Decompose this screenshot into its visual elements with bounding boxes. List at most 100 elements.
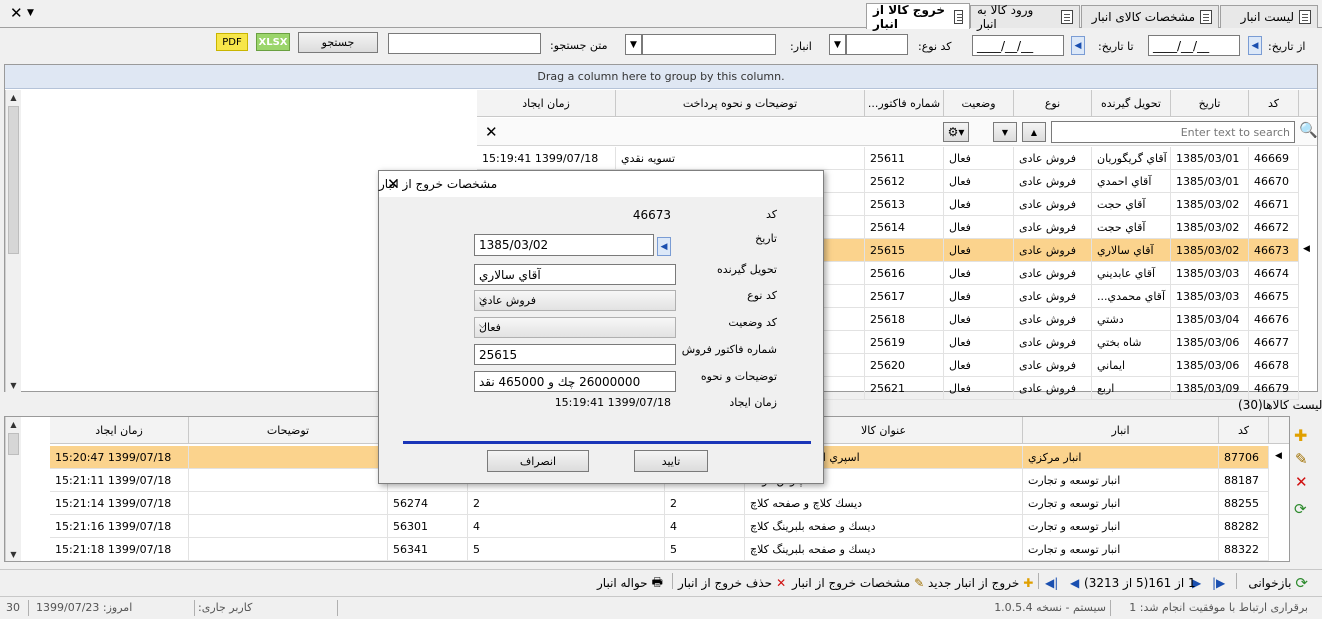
cell-code[interactable]: 46671 [1249, 193, 1299, 216]
clear-search-icon[interactable]: ✕ [485, 123, 498, 141]
cell-status[interactable]: فعال [944, 262, 1014, 285]
export-pdf-button[interactable]: PDF [216, 33, 248, 51]
cell-date[interactable]: 1385/03/01 [1171, 147, 1249, 170]
cell-created[interactable]: 1399/07/18 15:21:14 [50, 492, 189, 515]
cell-warehouse[interactable]: انبار توسعه و تجارت [1023, 469, 1219, 492]
cell-code[interactable]: 46679 [1249, 377, 1299, 400]
delete-exit-button[interactable]: ✕ حذف خروج از انبار [678, 574, 786, 592]
cell-title[interactable]: ديسك كلاچ و صفحه كلاچ [745, 492, 1023, 515]
col-header-description[interactable]: توضیحات و نحوه پرداخت [616, 90, 865, 117]
exit-details-button[interactable]: ✎ مشخصات خروج از انبار [792, 574, 924, 592]
new-exit-button[interactable]: ✚ خروج از انبار جديد [928, 574, 1033, 592]
cell-created[interactable]: 1399/07/18 15:21:16 [50, 515, 189, 538]
tab-warehouse-exit[interactable]: خروج کالا از انبار [866, 3, 970, 31]
cell-desc[interactable] [189, 446, 388, 469]
col-header-date[interactable]: تاریخ [1171, 90, 1249, 117]
cell-invoice[interactable]: 25621 [865, 377, 944, 400]
cell-invoice[interactable]: 25611 [865, 147, 944, 170]
cell-code[interactable]: 46677 [1249, 331, 1299, 354]
scroll-up-icon[interactable]: ▲ [6, 417, 21, 431]
add-icon[interactable]: ✚ [1294, 426, 1307, 445]
grid-search-input[interactable]: Enter text to search [1051, 121, 1295, 143]
cell-code[interactable]: 46672 [1249, 216, 1299, 239]
cell-warehouse[interactable]: انبار مركزي [1023, 446, 1219, 469]
warehouse-dropdown[interactable]: ▼ [625, 34, 642, 55]
cell-invoice[interactable]: 25613 [865, 193, 944, 216]
cell-desc[interactable] [189, 469, 388, 492]
type-code-select[interactable]: فروش عادي ⌵ [474, 290, 676, 311]
cell-type[interactable]: فروش عادی [1014, 147, 1092, 170]
to-date-input[interactable]: ____/__/__ [972, 35, 1064, 56]
cell-type[interactable]: فروش عادی [1014, 239, 1092, 262]
cell-status[interactable]: فعال [944, 170, 1014, 193]
cell-code[interactable]: 88322 [1219, 538, 1269, 561]
cell-q1[interactable]: 4 [665, 515, 745, 538]
find-next-button[interactable]: ▼ [993, 122, 1017, 142]
cell-created[interactable]: 1399/07/18 15:21:11 [50, 469, 189, 492]
col-header-type[interactable]: نوع [1014, 90, 1092, 117]
description-input[interactable]: 26000000 چك و 465000 نقد [474, 371, 676, 392]
cell-created[interactable]: 1399/07/18 15:20:47 [50, 446, 189, 469]
table-row[interactable]: 46669 1385/03/01 آقاي گريگوريان فروش عادی فع… [5, 147, 1317, 170]
col-header-invoice[interactable]: شماره فاکتور... [865, 90, 944, 117]
first-page-icon[interactable]: |◀ [1045, 574, 1058, 592]
cell-ref[interactable]: 56301 [388, 515, 468, 538]
cell-code[interactable]: 46675 [1249, 285, 1299, 308]
reload-button[interactable]: ⟳ بازخوانی [1248, 574, 1308, 592]
from-date-input[interactable]: ____/__/__ [1148, 35, 1240, 56]
col-header-code[interactable]: كد [1219, 417, 1269, 444]
cell-type[interactable]: فروش عادی [1014, 216, 1092, 239]
cell-date[interactable]: 1385/03/02 [1171, 239, 1249, 262]
chevron-down-icon[interactable]: ▼ [27, 8, 34, 18]
cell-date[interactable]: 1385/03/06 [1171, 331, 1249, 354]
date-input[interactable]: 1385/03/02 [474, 234, 654, 256]
cell-type[interactable]: فروش عادی [1014, 331, 1092, 354]
cell-date[interactable]: 1385/03/01 [1171, 170, 1249, 193]
cell-warehouse[interactable]: انبار توسعه و تجارت [1023, 538, 1219, 561]
cell-type[interactable]: فروش عادی [1014, 285, 1092, 308]
cell-date[interactable]: 1385/03/06 [1171, 354, 1249, 377]
cell-code[interactable]: 88255 [1219, 492, 1269, 515]
list-item[interactable]: 88282 انبار توسعه و تجارت ديسك و صفحه بلبر… [5, 515, 1289, 538]
cell-invoice[interactable]: 25616 [865, 262, 944, 285]
cell-desc[interactable] [189, 538, 388, 561]
cell-status[interactable]: فعال [944, 239, 1014, 262]
search-text-input[interactable] [388, 33, 541, 54]
col-header-code[interactable]: کد [1249, 90, 1299, 117]
date-picker-button[interactable]: ◀ [1071, 36, 1085, 55]
cell-code[interactable]: 46669 [1249, 147, 1299, 170]
cell-status[interactable]: فعال [944, 216, 1014, 239]
cell-ref[interactable]: 56341 [388, 538, 468, 561]
col-header-receiver[interactable]: تحویل گیرنده [1092, 90, 1171, 117]
cell-desc[interactable] [189, 515, 388, 538]
cell-code[interactable]: 46670 [1249, 170, 1299, 193]
col-header-created[interactable]: زمان ایجاد [477, 90, 616, 117]
cell-invoice[interactable]: 25614 [865, 216, 944, 239]
cell-code[interactable]: 88187 [1219, 469, 1269, 492]
cell-status[interactable]: فعال [944, 193, 1014, 216]
previous-page-icon[interactable]: ◀ [1070, 574, 1079, 592]
scroll-up-icon[interactable]: ▲ [6, 90, 21, 104]
cell-q2[interactable]: 2 [468, 492, 665, 515]
cell-status[interactable]: فعال [944, 147, 1014, 170]
cell-title[interactable]: ديسك و صفحه بلبرينگ كلاچ [745, 515, 1023, 538]
cell-ref[interactable]: 56274 [388, 492, 468, 515]
cell-invoice[interactable]: 25617 [865, 285, 944, 308]
col-header-created[interactable]: زمان ايجاد [50, 417, 189, 444]
col-header-description[interactable]: توضيحات [189, 417, 388, 444]
cell-receiver[interactable]: آقاي حجت [1092, 216, 1171, 239]
cell-code[interactable]: 46678 [1249, 354, 1299, 377]
cell-receiver[interactable]: ايماني [1092, 354, 1171, 377]
cell-receiver[interactable]: آقاي سالاري [1092, 239, 1171, 262]
cell-desc[interactable] [189, 492, 388, 515]
cell-date[interactable]: 1385/03/03 [1171, 285, 1249, 308]
search-button[interactable]: جستجو [298, 32, 378, 53]
cell-receiver[interactable]: آقاي گريگوريان [1092, 147, 1171, 170]
col-header-warehouse[interactable]: انبار [1023, 417, 1219, 444]
cell-type[interactable]: فروش عادی [1014, 193, 1092, 216]
cell-type[interactable]: فروش عادی [1014, 170, 1092, 193]
cell-q1[interactable]: 5 [665, 538, 745, 561]
cell-desc[interactable]: تسويه نقدي [616, 147, 865, 170]
cell-receiver[interactable]: اربع [1092, 377, 1171, 400]
cell-invoice[interactable]: 25612 [865, 170, 944, 193]
